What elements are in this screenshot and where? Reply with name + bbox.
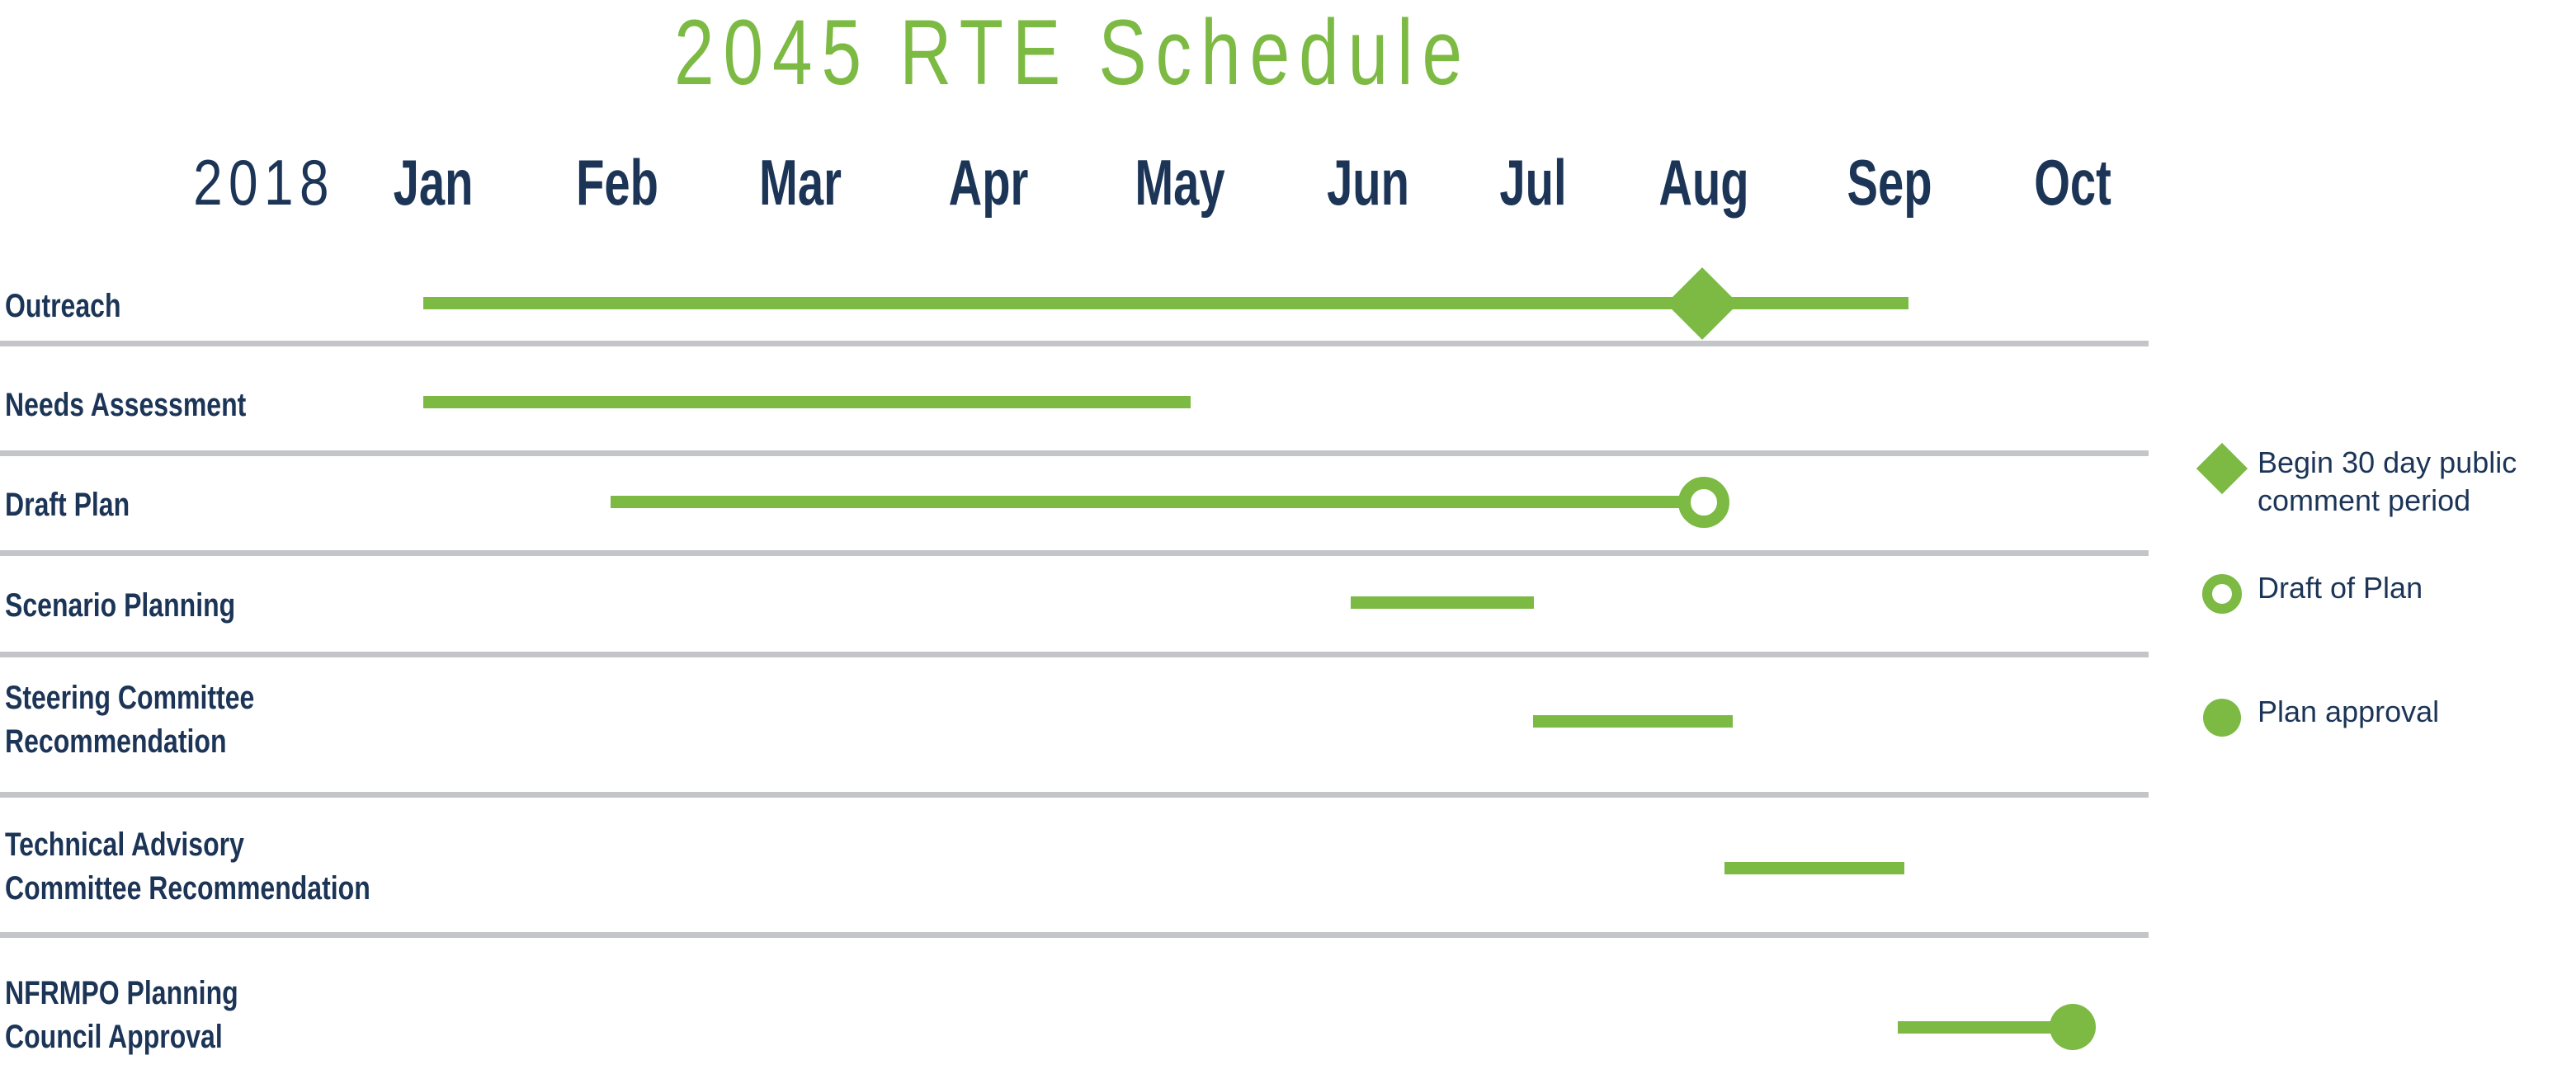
dot-marker-icon [2187,691,2258,744]
legend-item-public-comment[interactable]: Begin 30 day public comment period [2187,442,2517,520]
dot-marker-icon[interactable] [2050,1004,2096,1050]
row-divider [0,652,2149,657]
bar-scenario-planning[interactable] [1351,596,1534,609]
axis-month-jun: Jun [1327,146,1409,219]
page-title: 2045 RTE Schedule [674,1,1471,104]
ring-marker-icon [2187,568,2258,620]
bar-technical-advisory-committee-recommendation[interactable] [1724,862,1904,874]
gantt-chart: 2045 RTE Schedule 2018 Jan Feb Mar Apr M… [0,0,2576,1074]
bar-steering-committee-recommendation[interactable] [1533,715,1733,728]
legend-item-plan-approval[interactable]: Plan approval [2187,691,2439,744]
bar-draft-plan[interactable] [611,496,1704,508]
row-divider [0,341,2149,346]
legend-label: Begin 30 day public comment period [2258,445,2517,518]
row-divider [0,450,2149,456]
legend-item-draft-of-plan[interactable]: Draft of Plan [2187,568,2423,620]
axis-month-feb: Feb [576,146,658,219]
axis-month-jan: Jan [393,146,474,219]
row-divider [0,550,2149,556]
diamond-marker-icon[interactable] [1666,267,1739,340]
diamond-marker-icon [2187,442,2258,495]
legend-label: Draft of Plan [2258,571,2423,605]
row-label-outreach: Outreach [5,288,121,324]
axis-month-mar: Mar [759,146,842,219]
axis-month-oct: Oct [2034,146,2111,219]
row-divider [0,932,2149,938]
row-label-steering-committee-recommendation: Steering Committee Recommendation [5,680,255,760]
axis-month-may: May [1135,146,1225,219]
axis-year-label: 2018 [193,146,335,219]
legend-label: Plan approval [2258,695,2440,728]
axis-month-aug: Aug [1658,146,1749,219]
row-label-scenario-planning: Scenario Planning [5,587,236,624]
axis-month-jul: Jul [1499,146,1567,219]
bar-needs-assessment[interactable] [423,396,1191,408]
row-label-needs-assessment: Needs Assessment [5,387,247,423]
timeline-axis-header: 2018 Jan Feb Mar Apr May Jun Jul Aug Sep… [0,150,2228,249]
axis-month-apr: Apr [948,146,1029,219]
row-label-technical-advisory-committee-recommendation: Technical Advisory Committee Recommendat… [5,827,370,907]
ring-marker-icon[interactable] [1678,477,1729,528]
axis-month-sep: Sep [1847,146,1932,219]
row-label-nfrmpo-planning-council-approval: NFRMPO Planning Council Approval [5,975,238,1055]
row-divider [0,792,2149,798]
row-label-draft-plan: Draft Plan [5,487,130,523]
